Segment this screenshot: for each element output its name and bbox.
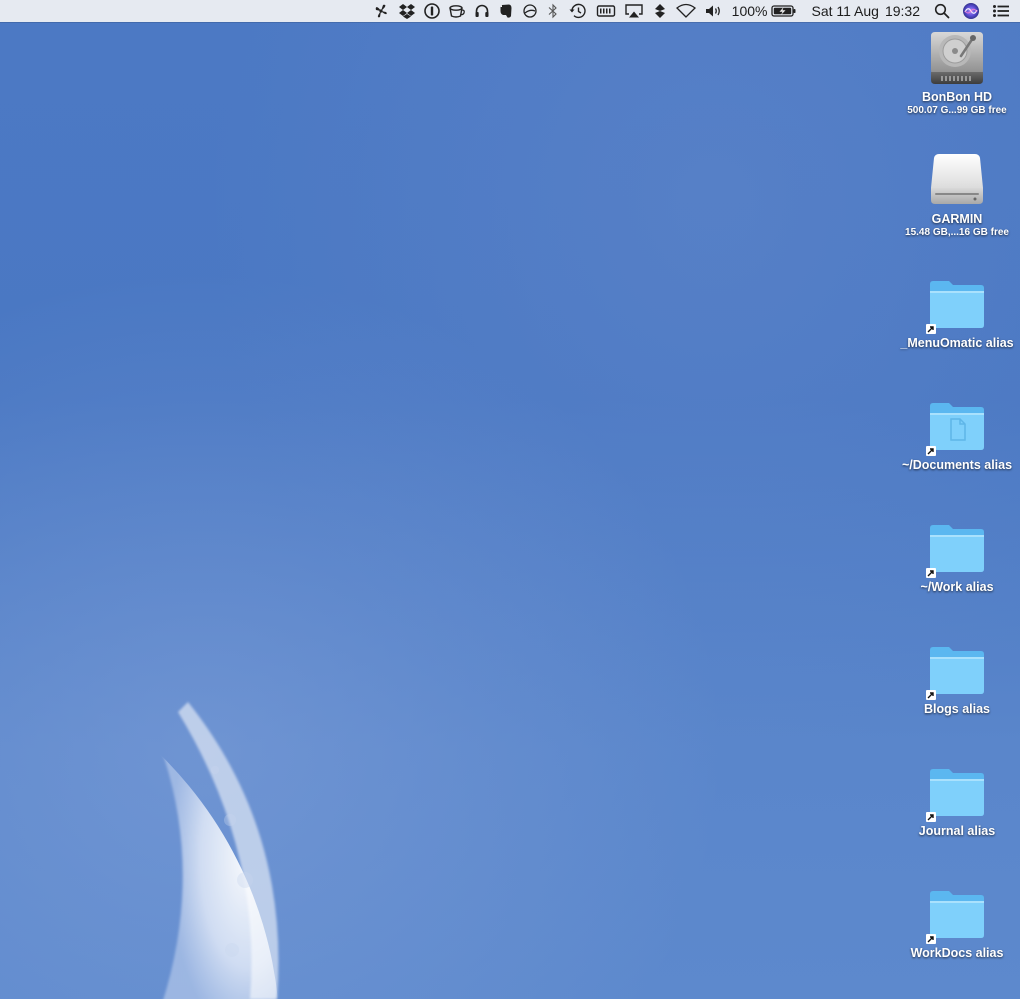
desktop-item-workdocs-alias[interactable]: WorkDocs alias — [897, 882, 1017, 961]
desktop-item-journal-alias[interactable]: Journal alias — [897, 760, 1017, 839]
folder-alias-icon — [925, 638, 989, 702]
desktop-item-label: GARMIN — [931, 212, 983, 226]
folder-alias-icon — [925, 516, 989, 580]
coffee-cup-icon[interactable] — [448, 0, 466, 22]
dropbox-icon[interactable] — [398, 0, 416, 22]
battery-percent[interactable]: 100% — [732, 0, 768, 22]
desktop-item-label: Blogs alias — [924, 702, 990, 716]
desktop[interactable]: 100% Sat 11 Aug 19:32 BonBon HD 500.07 G… — [0, 0, 1020, 999]
menubar-date[interactable]: Sat 11 Aug — [811, 0, 878, 22]
folder-alias-icon — [925, 272, 989, 336]
desktop-item-bonbon-hd[interactable]: BonBon HD 500.07 G...99 GB free — [897, 26, 1017, 117]
1password-icon[interactable] — [423, 0, 440, 22]
airplay-icon[interactable] — [624, 0, 644, 22]
circle-slash-icon[interactable] — [522, 0, 538, 22]
moon-wallpaper-image — [150, 702, 280, 999]
menubar-time[interactable]: 19:32 — [885, 0, 920, 22]
desktop-item-info: 500.07 G...99 GB free — [907, 105, 1007, 116]
evernote-icon[interactable] — [498, 0, 514, 22]
spotlight-search-icon[interactable] — [934, 0, 950, 22]
volume-icon[interactable] — [704, 0, 724, 22]
menu-bar: 100% Sat 11 Aug 19:32 — [0, 0, 1020, 22]
desktop-item-label: Journal alias — [918, 824, 996, 838]
alias-arrow-icon — [926, 324, 936, 334]
folder-alias-icon — [925, 882, 989, 946]
documents-folder-alias-icon — [925, 394, 989, 458]
siri-icon[interactable] — [962, 0, 980, 22]
desktop-item-label: WorkDocs alias — [910, 946, 1004, 960]
alias-arrow-icon — [926, 690, 936, 700]
fan-icon[interactable] — [372, 0, 390, 22]
desktop-item-documents-alias[interactable]: ~/Documents alias — [897, 394, 1017, 473]
alias-arrow-icon — [926, 812, 936, 822]
alias-arrow-icon — [926, 568, 936, 578]
notification-center-icon[interactable] — [992, 0, 1010, 22]
external-drive-icon — [925, 148, 989, 212]
desktop-item-work-alias[interactable]: ~/Work alias — [897, 516, 1017, 595]
keyboard-icon[interactable] — [596, 0, 616, 22]
desktop-item-label: ~/Work alias — [920, 580, 994, 594]
wifi-icon[interactable] — [675, 0, 696, 22]
desktop-item-label: _MenuOmatic alias — [900, 336, 1014, 350]
time-machine-icon[interactable] — [568, 0, 588, 22]
desktop-item-info: 15.48 GB,...16 GB free — [905, 227, 1009, 238]
desktop-item-blogs-alias[interactable]: Blogs alias — [897, 638, 1017, 717]
desktop-item-garmin[interactable]: GARMIN 15.48 GB,...16 GB free — [897, 148, 1017, 239]
desktop-item-label: ~/Documents alias — [901, 458, 1013, 472]
desktop-item-menuomatic-alias[interactable]: _MenuOmatic alias — [897, 272, 1017, 351]
desktop-item-label: BonBon HD — [921, 90, 993, 104]
bluetooth-icon[interactable] — [546, 0, 560, 22]
alias-arrow-icon — [926, 446, 936, 456]
battery-charging-icon[interactable] — [771, 0, 797, 22]
headphones-icon[interactable] — [474, 0, 490, 22]
diamond-app-icon[interactable] — [652, 0, 668, 22]
folder-alias-icon — [925, 760, 989, 824]
hard-drive-icon — [925, 26, 989, 90]
alias-arrow-icon — [926, 934, 936, 944]
